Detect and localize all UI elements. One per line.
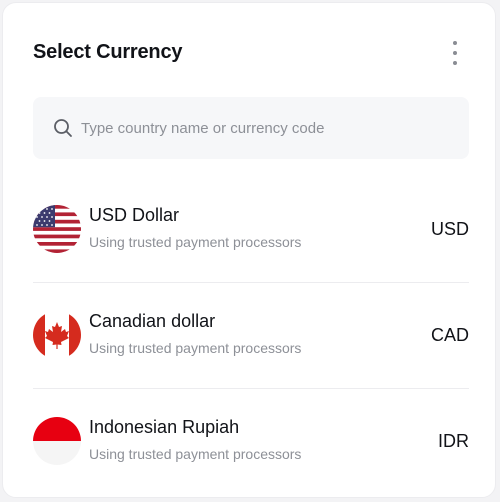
currency-list: USD Dollar Using trusted payment process… xyxy=(33,177,469,495)
more-dot xyxy=(453,41,457,45)
currency-subtitle: Using trusted payment processors xyxy=(89,446,302,462)
more-dot xyxy=(453,51,457,55)
indonesia-flag-icon xyxy=(33,417,81,465)
currency-subtitle: Using trusted payment processors xyxy=(89,340,302,356)
search-icon xyxy=(54,119,72,137)
currency-code: IDR xyxy=(438,431,469,451)
currency-row-usd[interactable]: USD Dollar Using trusted payment process… xyxy=(33,177,469,283)
currency-name: Canadian dollar xyxy=(89,311,216,331)
currency-name: Indonesian Rupiah xyxy=(89,417,240,437)
search-box[interactable] xyxy=(33,97,469,159)
canada-flag-icon xyxy=(33,311,81,359)
currency-row-idr[interactable]: Indonesian Rupiah Using trusted payment … xyxy=(33,389,469,495)
currency-subtitle: Using trusted payment processors xyxy=(89,234,302,250)
more-options-icon[interactable] xyxy=(449,41,461,65)
currency-row-cad[interactable]: Canadian dollar Using trusted payment pr… xyxy=(33,283,469,389)
us-flag-icon xyxy=(33,205,81,253)
search-input[interactable] xyxy=(79,118,463,138)
currency-name: USD Dollar xyxy=(89,205,180,225)
page-title: Select Currency xyxy=(33,41,183,63)
currency-code: CAD xyxy=(430,325,469,345)
currency-code: USD xyxy=(430,219,469,239)
currency-select-card: Select Currency Type country name or cur… xyxy=(2,2,496,498)
more-dot xyxy=(453,61,457,65)
